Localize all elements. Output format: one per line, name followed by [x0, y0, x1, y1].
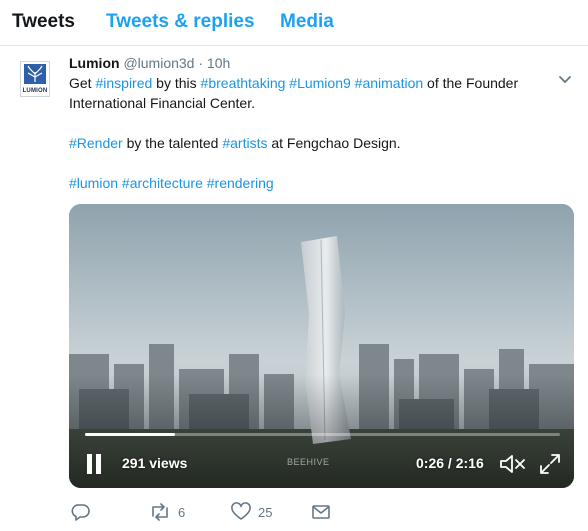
time-separator: / [444, 455, 456, 471]
hashtag-inspired[interactable]: #inspired [95, 75, 152, 91]
video-frame-skyscraper [69, 204, 574, 488]
video-progress-bar[interactable] [85, 433, 560, 436]
video-watermark: BEEHIVE [287, 457, 330, 467]
duration: 2:16 [455, 455, 484, 471]
like-button[interactable]: 25 [231, 498, 281, 524]
separator-dot: · [198, 55, 204, 71]
video-time: 0:26 / 2:16 [416, 455, 484, 471]
hashtag-architecture[interactable]: #architecture [122, 175, 203, 191]
profile-tabs: Tweets Tweets & replies Media [0, 0, 588, 46]
current-time: 0:26 [416, 455, 445, 471]
pause-button[interactable] [85, 454, 103, 474]
envelope-icon [312, 505, 330, 519]
text-segment: of the Founder [423, 75, 519, 91]
hashtag-lumion9[interactable]: #Lumion9 [289, 75, 351, 91]
reply-icon [71, 504, 90, 521]
retweet-count: 6 [178, 505, 186, 520]
tweet-time[interactable]: 10h [207, 55, 230, 71]
tab-tweets[interactable]: Tweets [12, 11, 75, 33]
text-segment: by this [152, 75, 201, 91]
chevron-down-icon[interactable] [558, 75, 572, 85]
avatar-logo-text: LUMION [22, 88, 48, 94]
heart-icon [231, 502, 251, 520]
hashtag-render[interactable]: #Render [69, 135, 123, 151]
author-handle[interactable]: @lumion3d [123, 55, 194, 71]
hashtag-breathtaking[interactable]: #breathtaking [201, 75, 286, 91]
tweet-text-line: #lumion #architecture #rendering [69, 173, 274, 193]
text-segment: by the talented [122, 135, 223, 151]
tweet-header: Lumion @lumion3d · 10h [69, 55, 230, 71]
video-progress-fill [85, 433, 176, 436]
reply-button[interactable] [71, 498, 91, 524]
tweet-text-line: Get #inspired by this #breathtaking #Lum… [69, 73, 518, 93]
tweet-text-line: #Render by the talented #artists at Feng… [69, 133, 401, 153]
mute-icon[interactable] [498, 452, 526, 476]
text-segment: at Fengchao Design. [267, 135, 401, 151]
tab-media[interactable]: Media [280, 11, 334, 33]
retweet-icon [152, 503, 168, 521]
text-segment: Get [69, 75, 96, 91]
view-count: 291 views [122, 455, 188, 471]
video-player[interactable]: 291 views BEEHIVE 0:26 / 2:16 [69, 204, 574, 488]
tweet-actions: 6 25 [0, 498, 588, 526]
avatar[interactable]: LUMION [20, 61, 50, 97]
hashtag-rendering[interactable]: #rendering [207, 175, 274, 191]
like-count: 25 [258, 505, 273, 520]
hashtag-animation[interactable]: #animation [355, 75, 424, 91]
tweet-text-line: International Financial Center. [69, 95, 255, 111]
hashtag-lumion[interactable]: #lumion [69, 175, 118, 191]
author-name[interactable]: Lumion [69, 55, 120, 71]
fullscreen-icon[interactable] [538, 452, 562, 476]
tab-tweets-and-replies[interactable]: Tweets & replies [106, 11, 255, 33]
lumion-logo-icon [24, 64, 46, 84]
hashtag-artists[interactable]: #artists [222, 135, 267, 151]
retweet-button[interactable]: 6 [149, 498, 199, 524]
direct-message-button[interactable] [311, 498, 331, 524]
